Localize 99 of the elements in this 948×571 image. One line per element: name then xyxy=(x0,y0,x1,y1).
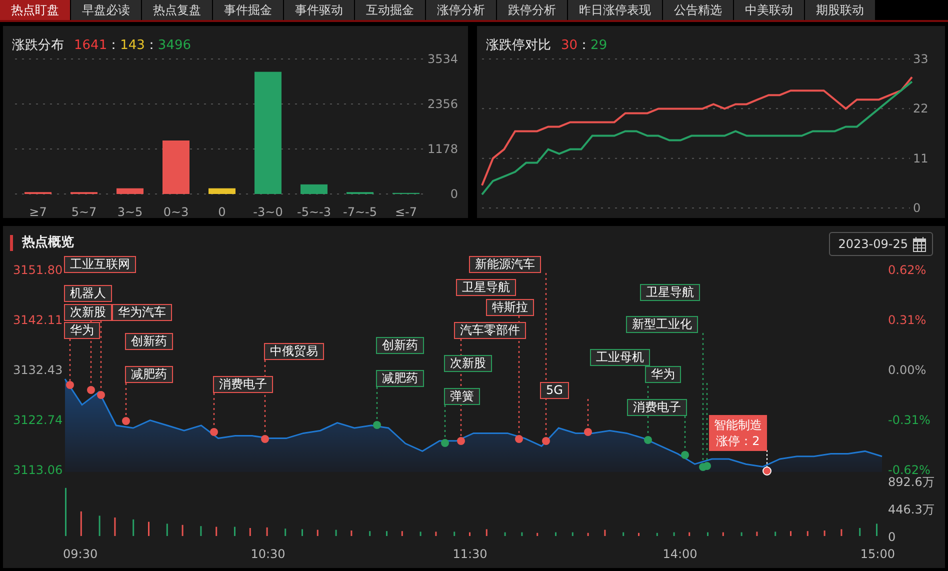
count: 30 xyxy=(561,38,578,52)
axis-label: 0 xyxy=(450,187,458,201)
axis-label: 33 xyxy=(913,52,928,66)
topic-tag[interactable]: 卫星导航 xyxy=(640,284,700,301)
axis-label: -5~-3 xyxy=(297,205,331,218)
topic-tag[interactable]: 5G xyxy=(540,382,569,399)
chart-bar xyxy=(116,188,144,194)
count: 3496 xyxy=(158,38,192,52)
time-label: 10:30 xyxy=(250,547,286,561)
axis-label: 0~3 xyxy=(163,205,189,218)
topic-tag[interactable]: 华为 xyxy=(645,366,681,383)
chart-bar xyxy=(300,184,328,194)
chart-bar xyxy=(162,140,190,194)
topic-tag[interactable]: 新型工业化 xyxy=(626,316,698,333)
leader-line xyxy=(125,383,127,417)
topic-tag[interactable]: 减肥药 xyxy=(125,366,173,383)
topic-tag[interactable]: 机器人 xyxy=(64,285,112,302)
tab[interactable]: 事件驱动 xyxy=(284,0,354,20)
tab[interactable]: 期股联动 xyxy=(805,0,875,20)
time-label: 14:00 xyxy=(662,547,698,561)
topic-tag[interactable]: 工业母机 xyxy=(590,349,650,366)
date-picker[interactable]: 2023-09-25 xyxy=(829,232,933,256)
axis-label: -3~0 xyxy=(253,205,283,218)
tooltip-title: 智能制造 xyxy=(714,417,762,433)
leader-line xyxy=(444,405,446,439)
axis-label: 2356 xyxy=(427,97,458,111)
topic-tag[interactable]: 消费电子 xyxy=(213,376,273,393)
tab[interactable]: 公告精选 xyxy=(663,0,733,20)
axis-label: 5~7 xyxy=(71,205,97,218)
leader-line xyxy=(376,387,378,421)
price-label: 3122.74 xyxy=(13,413,63,428)
count: 1641 xyxy=(74,38,108,52)
axis-label: 3~5 xyxy=(117,205,143,218)
tab[interactable]: 互动掘金 xyxy=(355,0,425,20)
axis-label: 0 xyxy=(913,201,921,215)
topic-tag[interactable]: 创新药 xyxy=(376,337,424,354)
axis-label: 446.3万 xyxy=(888,502,934,516)
axis-label: -7~-5 xyxy=(343,205,377,218)
topic-tag[interactable]: 减肥药 xyxy=(376,370,424,387)
topic-tag[interactable]: 次新股 xyxy=(64,304,112,321)
time-label: 11:30 xyxy=(452,547,488,561)
count: 143 xyxy=(120,38,145,52)
section-title: 热点概览 xyxy=(10,235,74,251)
topic-tag[interactable]: 次新股 xyxy=(444,355,492,372)
separator: ： xyxy=(578,37,591,54)
tab[interactable]: 昨日涨停表现 xyxy=(568,0,662,20)
topic-tag[interactable]: 弹簧 xyxy=(444,388,480,405)
time-label: 09:30 xyxy=(63,547,98,561)
percent-label: -0.62% xyxy=(888,463,930,476)
tab[interactable]: 中美联动 xyxy=(734,0,804,20)
percent-label: -0.31% xyxy=(888,413,930,427)
panel-title: 涨跌停对比 xyxy=(486,37,551,54)
tooltip-detail: 涨停：2 xyxy=(716,433,760,449)
percent-label: 0.31% xyxy=(888,313,926,327)
tab[interactable]: 热点盯盘 xyxy=(0,0,70,20)
axis-label: 1178 xyxy=(427,142,458,156)
leader-line xyxy=(213,393,215,428)
topic-tag[interactable]: 华为汽车 xyxy=(112,304,172,321)
axis-label: ≥7 xyxy=(29,205,47,218)
axis-label: ≤-7 xyxy=(394,205,418,218)
leader-line xyxy=(587,399,589,428)
tab[interactable]: 早盘必读 xyxy=(71,0,141,20)
event-dot xyxy=(762,466,772,476)
separator: ： xyxy=(107,37,120,54)
price-label: 3151.80 xyxy=(13,263,63,277)
topic-tag[interactable]: 工业互联网 xyxy=(64,256,136,273)
axis-label: 0 xyxy=(218,205,226,218)
price-label: 3142.11 xyxy=(13,313,63,328)
percent-label: 0.62% xyxy=(888,263,926,277)
tab[interactable]: 跌停分析 xyxy=(497,0,567,20)
axis-label: 22 xyxy=(913,102,928,116)
topic-tag[interactable]: 特斯拉 xyxy=(486,299,534,316)
percent-label: 0.00% xyxy=(888,363,926,377)
tab[interactable]: 事件掘金 xyxy=(213,0,283,20)
tab[interactable]: 热点复盘 xyxy=(142,0,212,20)
topic-tag[interactable]: 创新药 xyxy=(125,333,173,350)
time-label: 15:00 xyxy=(860,547,895,561)
price-label: 3132.43 xyxy=(13,363,63,377)
topic-tag[interactable]: 卫星导航 xyxy=(456,279,516,296)
leader-line xyxy=(684,416,686,451)
leader-line xyxy=(69,339,71,381)
calendar-icon xyxy=(913,236,926,252)
count: 29 xyxy=(590,38,608,52)
leader-line xyxy=(100,321,102,391)
topic-tag[interactable]: 消费电子 xyxy=(627,399,687,416)
axis-label: 11 xyxy=(913,151,928,166)
leader-line xyxy=(766,450,768,468)
axis-label: 892.6万 xyxy=(888,475,934,489)
chart-bar xyxy=(208,188,236,194)
topic-tag[interactable]: 中俄贸易 xyxy=(264,343,324,360)
axis-label: 3534 xyxy=(427,52,458,66)
tab[interactable]: 涨停分析 xyxy=(426,0,496,20)
topic-tag[interactable]: 新能源汽车 xyxy=(469,256,541,273)
panel-title: 涨跌分布 xyxy=(12,37,64,54)
topic-tag[interactable]: 汽车零部件 xyxy=(454,322,526,339)
separator: ： xyxy=(144,37,158,54)
price-label: 3113.06 xyxy=(13,463,63,476)
axis-label: 0 xyxy=(888,530,896,544)
topic-tag[interactable]: 华为 xyxy=(64,322,100,339)
